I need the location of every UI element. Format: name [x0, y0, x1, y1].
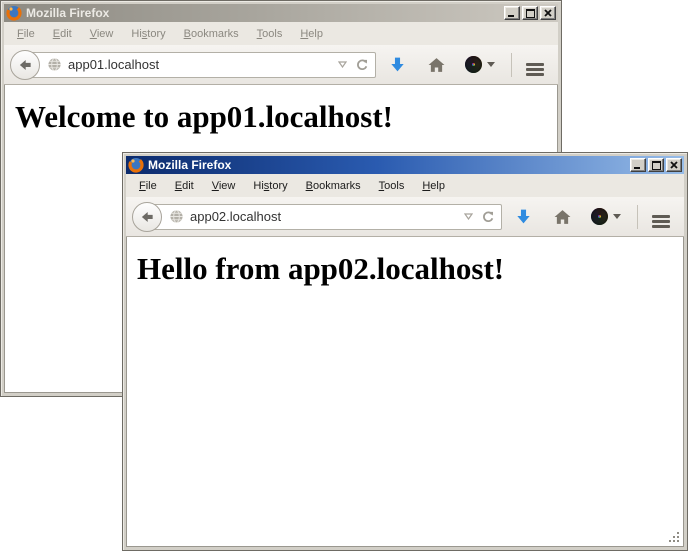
url-bar[interactable]: app01.localhost	[24, 52, 376, 78]
minimize-button[interactable]	[630, 158, 646, 172]
page-heading: Welcome to app01.localhost!	[5, 85, 557, 135]
app-menu-icon[interactable]	[652, 215, 670, 218]
menu-item[interactable]: Bookmarks	[297, 177, 370, 195]
menu-bar: FileEditViewHistoryBookmarksToolsHelp	[4, 22, 558, 45]
window-controls	[628, 158, 682, 172]
search-engine-icon	[591, 208, 608, 225]
url-dropdown-icon[interactable]	[338, 61, 347, 68]
url-text[interactable]: app02.localhost	[190, 209, 281, 224]
menu-item[interactable]: File	[130, 177, 166, 195]
search-engine-button[interactable]	[591, 208, 621, 225]
window-title: Mozilla Firefox	[26, 6, 109, 20]
toolbar-separator	[637, 205, 638, 229]
menu-item[interactable]: Tools	[248, 25, 292, 43]
window-title: Mozilla Firefox	[148, 158, 231, 172]
window-controls	[502, 6, 556, 20]
toolbar-separator	[511, 53, 512, 77]
back-button[interactable]	[10, 50, 40, 80]
url-dropdown-icon[interactable]	[464, 213, 473, 220]
close-button[interactable]	[540, 6, 556, 20]
menu-item[interactable]: Help	[291, 25, 332, 43]
titlebar[interactable]: Mozilla Firefox	[4, 4, 558, 22]
search-caret-icon	[487, 62, 495, 67]
firefox-logo-icon	[128, 157, 144, 173]
app-menu-icon[interactable]	[526, 63, 544, 66]
menu-item[interactable]: Edit	[166, 177, 203, 195]
maximize-button[interactable]	[522, 6, 538, 20]
menu-item[interactable]: Tools	[370, 177, 414, 195]
titlebar[interactable]: Mozilla Firefox	[126, 156, 684, 174]
download-icon[interactable]	[515, 208, 532, 225]
url-bar[interactable]: app02.localhost	[146, 204, 502, 230]
search-engine-button[interactable]	[465, 56, 495, 73]
menu-item[interactable]: Bookmarks	[175, 25, 248, 43]
navigation-toolbar: app02.localhost	[126, 197, 684, 237]
back-arrow-icon	[18, 57, 33, 72]
navigation-toolbar: app01.localhost	[4, 45, 558, 85]
browser-window-app02[interactable]: Mozilla Firefox FileEditViewHistoryBookm…	[122, 152, 688, 551]
page-heading: Hello from app02.localhost!	[127, 237, 683, 287]
menu-item[interactable]: Help	[413, 177, 454, 195]
firefox-logo-icon	[6, 5, 22, 21]
menu-item[interactable]: View	[203, 177, 245, 195]
page-content-app02: Hello from app02.localhost!	[126, 237, 684, 547]
back-arrow-icon	[140, 209, 155, 224]
menu-bar: FileEditViewHistoryBookmarksToolsHelp	[126, 174, 684, 197]
menu-item[interactable]: Edit	[44, 25, 81, 43]
globe-icon	[47, 57, 62, 72]
back-button[interactable]	[132, 202, 162, 232]
home-icon[interactable]	[428, 57, 445, 73]
download-icon[interactable]	[389, 56, 406, 73]
menu-item[interactable]: File	[8, 25, 44, 43]
minimize-button[interactable]	[504, 6, 520, 20]
reload-icon[interactable]	[355, 58, 369, 72]
reload-icon[interactable]	[481, 210, 495, 224]
close-button[interactable]	[666, 158, 682, 172]
desktop: Mozilla Firefox FileEditViewHistoryBookm…	[0, 0, 688, 551]
menu-item[interactable]: History	[122, 25, 174, 43]
search-caret-icon	[613, 214, 621, 219]
menu-item[interactable]: View	[81, 25, 123, 43]
url-text[interactable]: app01.localhost	[68, 57, 159, 72]
home-icon[interactable]	[554, 209, 571, 225]
search-engine-icon	[465, 56, 482, 73]
maximize-button[interactable]	[648, 158, 664, 172]
resize-grip-icon[interactable]	[667, 530, 681, 544]
menu-item[interactable]: History	[244, 177, 296, 195]
globe-icon	[169, 209, 184, 224]
